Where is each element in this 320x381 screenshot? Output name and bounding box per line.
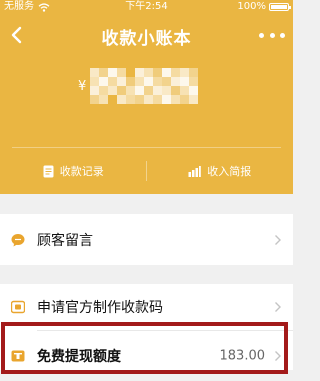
mosaic-cell bbox=[162, 86, 172, 95]
mosaic-cell bbox=[162, 77, 172, 86]
mosaic-cell bbox=[90, 77, 100, 86]
chevron-right-icon bbox=[275, 234, 281, 245]
battery-icon bbox=[269, 3, 291, 11]
mosaic-cell bbox=[99, 95, 109, 104]
mosaic-cell bbox=[189, 86, 199, 95]
mosaic-cell bbox=[153, 86, 163, 95]
mosaic-cell bbox=[180, 86, 190, 95]
mosaic-cell bbox=[144, 95, 154, 104]
menu-item-free-withdrawal-quota[interactable]: 免费提现额度 183.00 bbox=[0, 331, 293, 381]
nav-bar: 收款小账本 bbox=[0, 18, 293, 52]
menu-item-customer-messages[interactable]: 顾客留言 bbox=[0, 214, 293, 265]
mosaic-cell bbox=[144, 77, 154, 86]
mosaic-cell bbox=[153, 77, 163, 86]
income-records-label: 收款记录 bbox=[59, 165, 104, 178]
currency-symbol: ¥ bbox=[78, 78, 87, 94]
menu-item-apply-qr-code[interactable]: 申请官方制作收款码 bbox=[0, 284, 293, 330]
menu-item-label: 顾客留言 bbox=[37, 232, 93, 249]
mosaic-cell bbox=[126, 77, 136, 86]
mosaic-cell bbox=[189, 68, 199, 77]
message-icon bbox=[11, 233, 25, 246]
mosaic-cell bbox=[117, 95, 127, 104]
header: 无服务 下午2:54 100% 收款小账本 ¥ 收款记录 收入简报 bbox=[0, 0, 293, 194]
bar-chart-icon bbox=[188, 166, 202, 177]
mosaic-cell bbox=[117, 86, 127, 95]
mosaic-cell bbox=[180, 77, 190, 86]
list-section-options: 申请官方制作收款码 免费提现额度 183.00 bbox=[0, 284, 293, 370]
battery-percent: 100% bbox=[237, 1, 266, 12]
income-records-button[interactable]: 收款记录 bbox=[0, 148, 147, 194]
mosaic-cell bbox=[108, 86, 118, 95]
balance-amount: ¥ bbox=[78, 66, 199, 106]
battery-level bbox=[271, 5, 287, 9]
menu-item-label: 申请官方制作收款码 bbox=[37, 300, 163, 316]
menu-item-label: 免费提现额度 bbox=[37, 349, 121, 365]
mosaic-cell bbox=[90, 86, 100, 95]
income-report-button[interactable]: 收入简报 bbox=[147, 148, 294, 194]
mosaic-cell bbox=[90, 95, 100, 104]
mosaic-cell bbox=[153, 68, 163, 77]
mosaic-cell bbox=[90, 68, 100, 77]
mosaic-cell bbox=[126, 86, 136, 95]
mosaic-cell bbox=[189, 95, 199, 104]
mosaic-cell bbox=[135, 77, 145, 86]
more-dots-icon[interactable] bbox=[259, 26, 285, 44]
mosaic-cell bbox=[180, 95, 190, 104]
chevron-right-icon bbox=[275, 351, 281, 361]
mosaic-cell bbox=[171, 86, 181, 95]
mosaic-cell bbox=[108, 95, 117, 104]
income-report-label: 收入简报 bbox=[207, 165, 252, 178]
mosaic-cell bbox=[99, 68, 109, 77]
blurred-amount bbox=[90, 68, 199, 104]
mosaic-cell bbox=[153, 95, 163, 104]
mosaic-cell bbox=[108, 68, 118, 77]
status-bar: 无服务 下午2:54 100% bbox=[0, 0, 293, 14]
mosaic-cell bbox=[108, 77, 118, 86]
mosaic-cell bbox=[171, 68, 181, 77]
mosaic-cell bbox=[117, 77, 127, 86]
mosaic-cell bbox=[189, 77, 199, 86]
mosaic-cell bbox=[162, 95, 172, 104]
mosaic-cell bbox=[162, 68, 172, 77]
mosaic-cell bbox=[99, 77, 109, 86]
status-right: 100% bbox=[237, 0, 291, 14]
mosaic-cell bbox=[171, 77, 181, 86]
mosaic-cell bbox=[171, 95, 181, 104]
mosaic-cell bbox=[180, 68, 190, 77]
page-title: 收款小账本 bbox=[101, 29, 192, 49]
mosaic-cell bbox=[135, 86, 145, 95]
mosaic-cell bbox=[126, 95, 136, 104]
document-icon bbox=[43, 165, 54, 177]
quota-icon bbox=[11, 350, 25, 362]
mosaic-cell bbox=[99, 86, 109, 95]
chevron-right-icon bbox=[275, 302, 281, 312]
mosaic-cell bbox=[135, 95, 145, 104]
mosaic-cell bbox=[144, 86, 154, 95]
mosaic-cell bbox=[126, 68, 135, 77]
quota-value: 183.00 bbox=[219, 348, 266, 364]
mosaic-cell bbox=[117, 68, 127, 77]
qr-card-icon bbox=[11, 300, 25, 314]
list-section-messages: 顾客留言 bbox=[0, 214, 293, 265]
mosaic-cell bbox=[144, 68, 154, 77]
action-bar: 收款记录 收入简报 bbox=[0, 148, 293, 194]
mosaic-cell bbox=[135, 68, 145, 77]
